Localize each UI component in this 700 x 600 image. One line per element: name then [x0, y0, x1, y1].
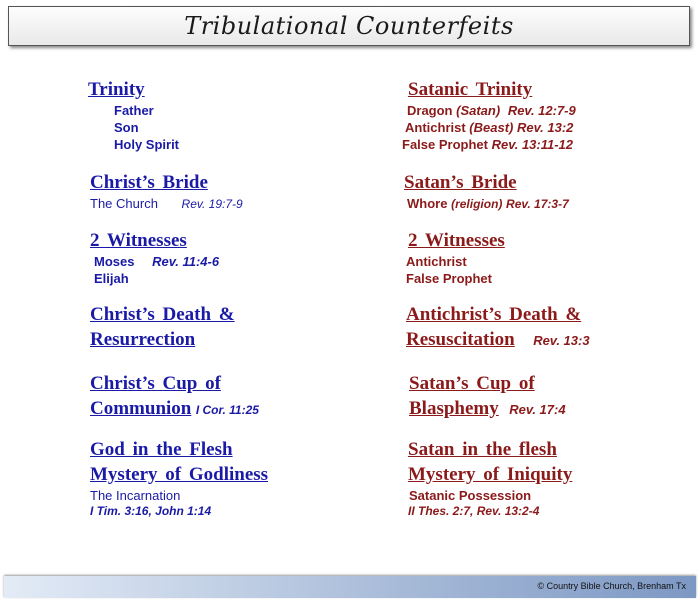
left-witnesses-block: 2 Witnesses Moses Rev. 11:4-6 Elijah — [90, 228, 219, 287]
right-bride-paren: (religion) — [451, 197, 503, 211]
left-flesh-ref: I Tim. 3:16, John 1:14 — [90, 504, 212, 518]
left-witnesses-ref: Rev. 11:4-6 — [152, 254, 220, 269]
right-bride-ref: Rev. 17:3-7 — [506, 197, 569, 211]
title-banner: Tribulational Counterfeits — [8, 6, 690, 46]
right-trinity-dragon: Dragon — [407, 103, 453, 118]
right-flesh-line2: Mystery of Iniquity — [408, 464, 573, 485]
right-trinity-dragon-paren: (Satan) — [456, 103, 501, 118]
right-witnesses-block: 2 Witnesses Antichrist False Prophet — [406, 228, 505, 287]
footer-copyright: © Country Bible Church, Brenham Tx — [537, 581, 686, 591]
right-cup-line2: Blasphemy — [409, 398, 499, 419]
left-flesh-line2: Mystery of Godliness — [90, 464, 269, 485]
right-flesh-sub: Satanic Possession — [409, 488, 532, 503]
left-witnesses-moses: Moses — [94, 254, 135, 269]
right-cup-block: Satan’s Cup of Blasphemy Rev. 17:4 — [409, 371, 566, 421]
right-death-block: Antichrist’s Death & Resuscitation Rev. … — [406, 302, 590, 352]
left-trinity-block: Trinity Father Son Holy Spirit — [88, 77, 179, 153]
right-cup-line1: Satan’s Cup of — [409, 373, 535, 394]
right-death-line2: Resuscitation — [406, 329, 515, 350]
left-trinity-item: Father — [114, 103, 154, 118]
left-trinity-heading: Trinity — [88, 79, 145, 100]
left-flesh-line1: God in the Flesh — [90, 439, 233, 460]
right-trinity-antichrist-ref: Rev. 13:2 — [517, 120, 574, 135]
right-flesh-ref: II Thes. 2:7, Rev. 13:2-4 — [408, 504, 540, 518]
left-witnesses-heading: 2 Witnesses — [90, 230, 187, 251]
left-cup-block: Christ’s Cup of Communion I Cor. 11:25 — [90, 371, 259, 421]
right-trinity-antichrist-paren: (Beast) — [469, 120, 514, 135]
right-trinity-dragon-ref: Rev. 12:7-9 — [507, 103, 576, 118]
left-cup-ref: I Cor. 11:25 — [195, 403, 259, 417]
right-witnesses-heading: 2 Witnesses — [408, 230, 505, 251]
left-cup-line2: Communion — [90, 398, 192, 419]
right-trinity-antichrist: Antichrist — [405, 120, 466, 135]
left-death-line2: Resurrection — [90, 329, 196, 350]
right-death-ref: Rev. 13:3 — [533, 333, 590, 348]
left-bride-block: Christ’s Bride The Church Rev. 19:7-9 — [90, 170, 243, 213]
right-bride-block: Satan’s Bride Whore (religion) Rev. 17:3… — [404, 170, 569, 213]
left-flesh-block: God in the Flesh Mystery of Godliness Th… — [90, 437, 268, 518]
left-death-line1: Christ’s Death & — [90, 304, 235, 325]
left-cup-line1: Christ’s Cup of — [90, 373, 221, 394]
left-trinity-item: Son — [114, 120, 139, 135]
left-bride-heading: Christ’s Bride — [90, 172, 208, 193]
right-trinity-prophet: False Prophet — [402, 137, 488, 152]
right-trinity-prophet-ref: Rev. 13:11-12 — [491, 137, 574, 152]
right-flesh-line1: Satan in the flesh — [408, 439, 557, 460]
left-trinity-item: Holy Spirit — [114, 137, 180, 152]
right-trinity-heading: Satanic Trinity — [408, 79, 533, 100]
left-bride-text: The Church — [90, 196, 158, 211]
left-witnesses-elijah: Elijah — [94, 271, 129, 286]
left-flesh-sub: The Incarnation — [90, 488, 181, 503]
right-witnesses-item: Antichrist — [406, 254, 467, 269]
page-title: Tribulational Counterfeits — [184, 12, 514, 40]
right-bride-heading: Satan’s Bride — [404, 172, 517, 193]
right-bride-text: Whore — [407, 196, 448, 211]
left-bride-ref: Rev. 19:7-9 — [181, 197, 243, 211]
right-cup-ref: Rev. 17:4 — [509, 402, 566, 417]
right-death-line1: Antichrist’s Death & — [406, 304, 582, 325]
left-death-block: Christ’s Death & Resurrection — [90, 302, 235, 352]
footer-bar: © Country Bible Church, Brenham Tx — [4, 576, 696, 598]
right-witnesses-item: False Prophet — [406, 271, 492, 286]
right-trinity-block: Satanic Trinity Dragon (Satan) Rev. 12:7… — [402, 77, 576, 153]
right-flesh-block: Satan in the flesh Mystery of Iniquity S… — [408, 437, 572, 518]
